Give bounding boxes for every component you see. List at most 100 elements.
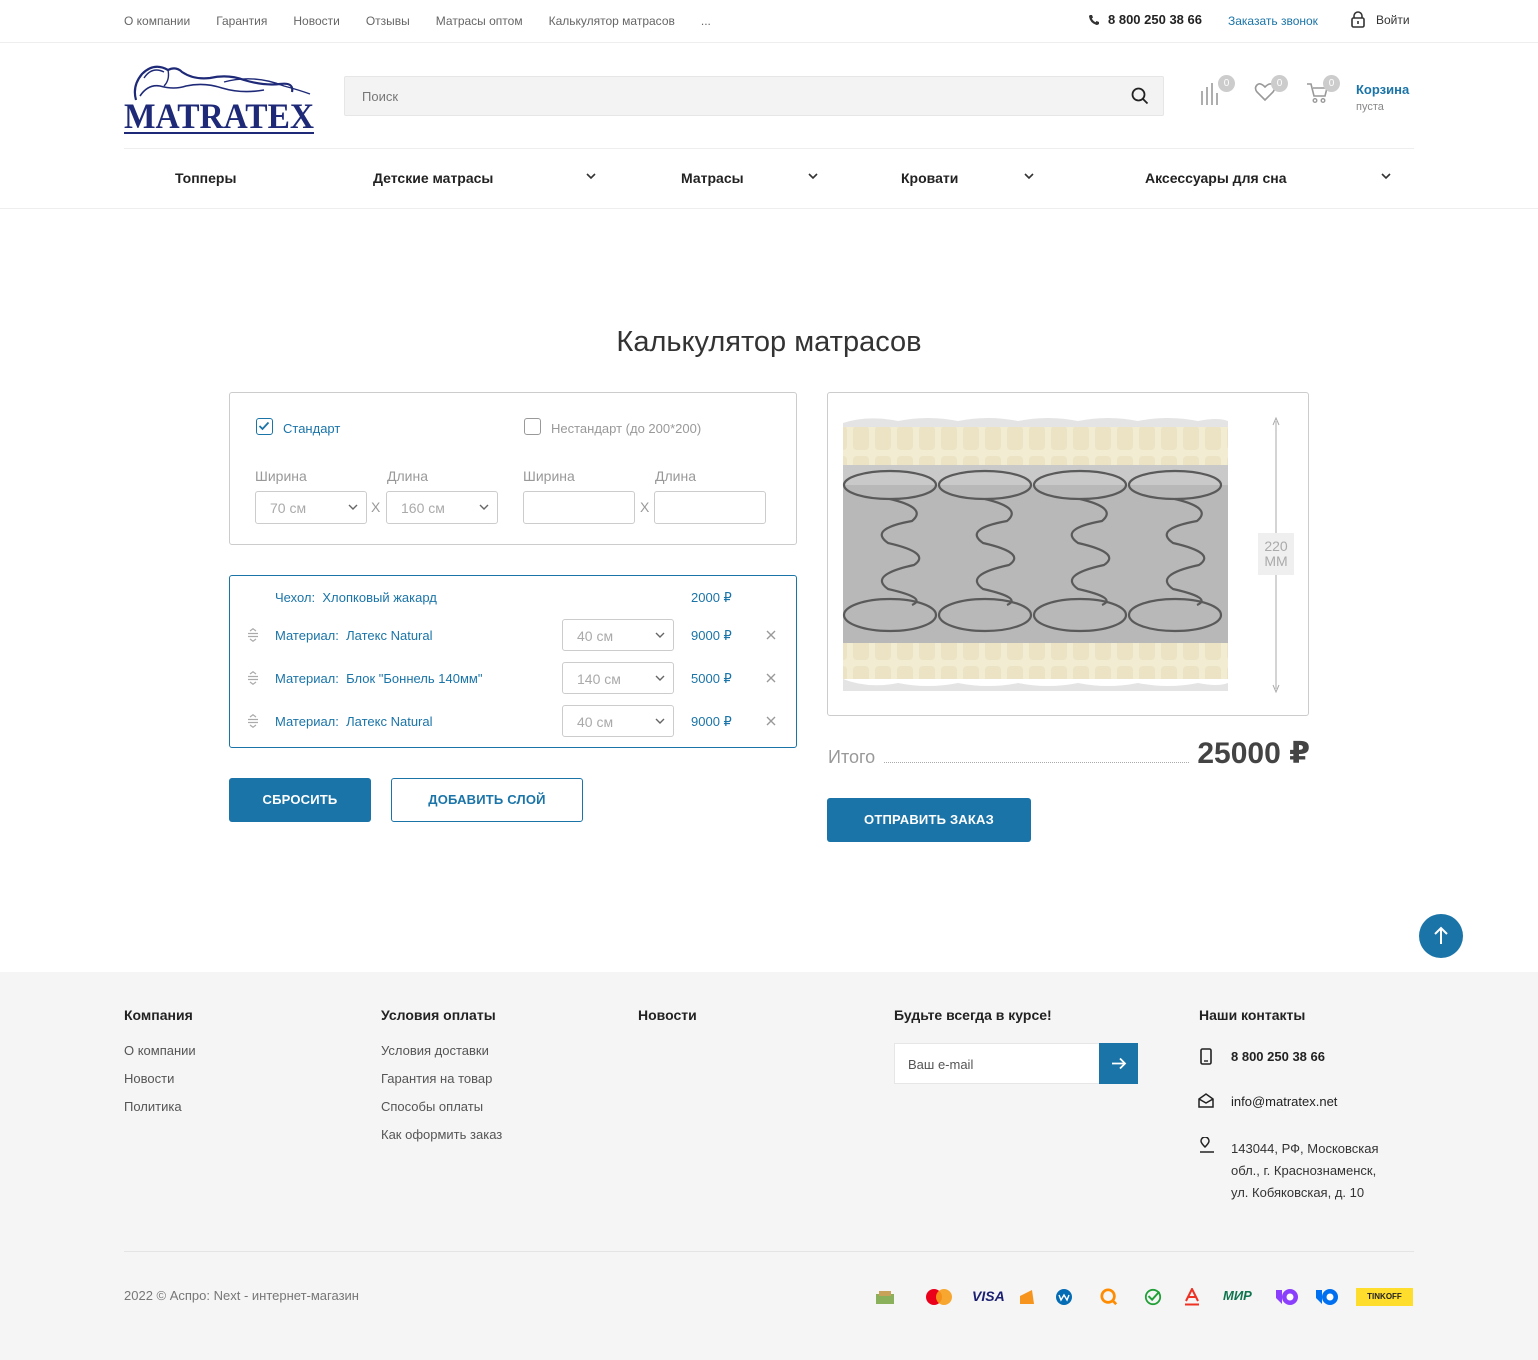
- layer-thickness-select[interactable]: 40 см: [562, 705, 674, 737]
- nav-item-kids-mattresses[interactable]: Детские матрасы: [373, 170, 493, 186]
- footer-link-news[interactable]: Новости: [124, 1071, 174, 1086]
- close-icon[interactable]: [766, 716, 776, 726]
- yandex-money-icon: [1020, 1290, 1034, 1304]
- drag-handle-icon[interactable]: [247, 628, 259, 642]
- top-link-calculator[interactable]: Калькулятор матрасов: [549, 14, 675, 28]
- submit-order-button[interactable]: ОТПРАВИТЬ ЗАКАЗ: [827, 798, 1031, 842]
- chevron-down-icon[interactable]: [1024, 173, 1034, 180]
- lock-icon: [1351, 11, 1365, 28]
- drag-handle-icon[interactable]: [247, 671, 259, 685]
- width-select[interactable]: 70 см: [255, 491, 367, 524]
- site-logo[interactable]: MATRATEX: [124, 56, 314, 136]
- layer-row-1: Материал: Латекс Natural: [275, 628, 433, 643]
- mastercard-icon: [926, 1289, 952, 1305]
- cover-value: Хлопковый жакард: [322, 590, 437, 605]
- search-input[interactable]: [345, 77, 1105, 115]
- layer-thickness-select[interactable]: 40 см: [562, 619, 674, 651]
- top-phone[interactable]: 8 800 250 38 66: [1088, 12, 1202, 27]
- reset-button[interactable]: СБРОСИТЬ: [229, 778, 371, 822]
- custom-size-separator: X: [640, 499, 650, 515]
- nav-item-toppers[interactable]: Топперы: [175, 170, 236, 186]
- layer-label: Материал:: [275, 628, 339, 643]
- layer-price: 9000 ₽: [691, 628, 732, 643]
- width-select-value: 70 см: [270, 500, 307, 516]
- close-icon[interactable]: [766, 630, 776, 640]
- callback-link[interactable]: Заказать звонок: [1228, 14, 1318, 28]
- custom-width-input[interactable]: [523, 491, 635, 524]
- mobile-phone-icon: [1200, 1048, 1212, 1065]
- subscribe-email-input[interactable]: Ваш e-mail: [894, 1043, 1100, 1084]
- mir-icon: МИР: [1223, 1288, 1252, 1303]
- alfa-bank-icon: [1185, 1288, 1199, 1306]
- length-select[interactable]: 160 см: [386, 491, 498, 524]
- footer-link-delivery[interactable]: Условия доставки: [381, 1043, 489, 1058]
- chevron-down-icon: [655, 718, 665, 724]
- layer-material: Латекс Natural: [346, 628, 433, 643]
- nonstandard-label[interactable]: Нестандарт (до 200*200): [551, 421, 701, 436]
- scroll-to-top-button[interactable]: [1419, 914, 1463, 958]
- add-layer-button[interactable]: ДОБАВИТЬ СЛОЙ: [391, 778, 583, 822]
- top-link-warranty[interactable]: Гарантия: [216, 14, 267, 28]
- top-link-more[interactable]: ...: [701, 14, 711, 28]
- layer-thickness-select[interactable]: 140 см: [562, 662, 674, 694]
- top-phone-number: 8 800 250 38 66: [1108, 12, 1202, 27]
- cart-status: пуста: [1356, 101, 1384, 113]
- layer-material: Блок "Боннель 140мм": [346, 671, 483, 686]
- drag-handle-icon[interactable]: [247, 714, 259, 728]
- footer-address: 143044, РФ, Московская обл., г. Краснозн…: [1231, 1138, 1379, 1204]
- size-separator: X: [371, 499, 381, 515]
- cart-button[interactable]: 0: [1306, 75, 1340, 110]
- total-label: Итого: [828, 747, 876, 767]
- height-indicator: 220 ММ: [1258, 539, 1294, 569]
- cover-row[interactable]: Чехол: Хлопковый жакард: [275, 590, 437, 605]
- chevron-down-icon[interactable]: [808, 173, 818, 180]
- layers-list: Чехол: Хлопковый жакард 2000 ₽ Материал:…: [229, 575, 797, 748]
- chevron-down-icon: [655, 632, 665, 638]
- header: MATRATEX 0 0 0 Корзина пуста: [0, 44, 1538, 148]
- search-icon[interactable]: [1131, 87, 1149, 105]
- standard-label[interactable]: Стандарт: [283, 421, 340, 436]
- arrow-up-icon: [1434, 926, 1448, 944]
- compare-button[interactable]: 0: [1200, 75, 1235, 110]
- chevron-down-icon[interactable]: [586, 173, 596, 180]
- footer-link-how-to-order[interactable]: Как оформить заказ: [381, 1127, 502, 1142]
- custom-length-input[interactable]: [654, 491, 766, 524]
- standard-checkbox[interactable]: [256, 418, 273, 435]
- top-link-news[interactable]: Новости: [293, 14, 339, 28]
- footer-subscribe-title: Будьте всегда в курсе!: [894, 1007, 1052, 1023]
- custom-length-label: Длина: [655, 468, 696, 484]
- envelope-icon: [1198, 1093, 1214, 1108]
- layer-price: 9000 ₽: [691, 714, 732, 729]
- top-link-reviews[interactable]: Отзывы: [366, 14, 410, 28]
- search-bar: [344, 76, 1164, 116]
- subscribe-button[interactable]: [1099, 1043, 1138, 1084]
- size-selector: Стандарт Нестандарт (до 200*200) Ширина …: [229, 392, 797, 545]
- nav-item-mattresses[interactable]: Матрасы: [681, 170, 744, 186]
- footer-email[interactable]: info@matratex.net: [1231, 1094, 1337, 1109]
- layer-thickness-value: 40 см: [577, 628, 614, 644]
- logo-graphic: MATRATEX: [124, 65, 314, 136]
- copyright: 2022 © Аспро: Next - интернет-магазин: [124, 1288, 359, 1303]
- chevron-down-icon[interactable]: [1381, 173, 1391, 180]
- compare-count: 0: [1218, 75, 1235, 92]
- footer-link-policy[interactable]: Политика: [124, 1099, 182, 1114]
- login-link[interactable]: Войти: [1350, 11, 1410, 28]
- top-link-about[interactable]: О компании: [124, 14, 190, 28]
- footer-link-about[interactable]: О компании: [124, 1043, 196, 1058]
- yookassa-icon: [1316, 1289, 1338, 1305]
- footer-link-guarantee[interactable]: Гарантия на товар: [381, 1071, 492, 1086]
- nav-item-sleep-accessories[interactable]: Аксессуары для сна: [1145, 170, 1287, 186]
- footer-link-payment-methods[interactable]: Способы оплаты: [381, 1099, 483, 1114]
- close-icon[interactable]: [766, 673, 776, 683]
- nav-item-beds[interactable]: Кровати: [901, 170, 958, 186]
- cart-label[interactable]: Корзина: [1356, 82, 1409, 97]
- wishlist-button[interactable]: 0: [1254, 75, 1288, 108]
- nonstandard-checkbox[interactable]: [524, 418, 541, 435]
- top-link-wholesale[interactable]: Матрасы оптом: [436, 14, 523, 28]
- footer-news-title: Новости: [638, 1007, 697, 1023]
- mattress-preview: 220 ММ: [827, 392, 1309, 716]
- chevron-down-icon: [479, 504, 489, 510]
- footer-phone[interactable]: 8 800 250 38 66: [1231, 1049, 1325, 1064]
- layer-row-3: Материал: Латекс Natural: [275, 714, 433, 729]
- custom-width-label: Ширина: [523, 468, 575, 484]
